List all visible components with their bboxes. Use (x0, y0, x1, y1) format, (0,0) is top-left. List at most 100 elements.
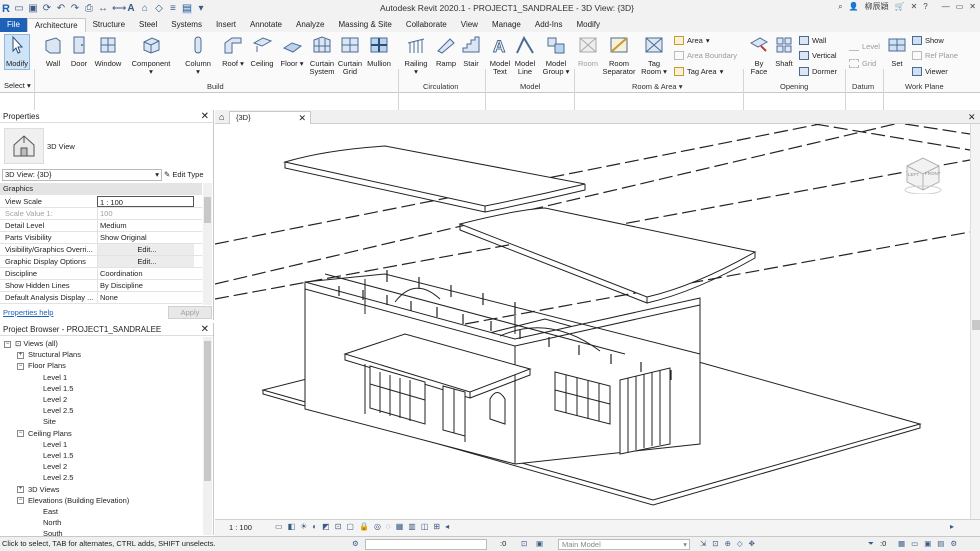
highlight-icon[interactable]: ◫ (421, 522, 429, 531)
tree-item[interactable]: Level 1.5 (43, 384, 73, 394)
door-button[interactable]: Door (67, 35, 91, 68)
show-work-plane-button[interactable]: Show (912, 36, 944, 45)
panel-datum[interactable]: Datum (852, 82, 874, 91)
property-value[interactable]: 1 : 100 (97, 196, 194, 207)
restore-icon[interactable]: ▭ (956, 2, 964, 11)
panel-model[interactable]: Model (520, 82, 540, 91)
edit-type-button[interactable]: ✎ Edit Type (164, 169, 204, 181)
user-name[interactable]: 柳辰穎 (865, 1, 889, 12)
stair-button[interactable]: Stair (459, 35, 483, 68)
expand-icon[interactable]: + (17, 486, 24, 494)
worksets-icon[interactable]: ⚙ (352, 537, 359, 551)
filter-icon[interactable]: ⏷ (868, 537, 874, 551)
tree-item[interactable]: Level 1.5 (43, 451, 73, 461)
tab-insert[interactable]: Insert (209, 18, 243, 32)
curtain-grid-button[interactable]: Curtain Grid (337, 35, 363, 77)
render-icon[interactable]: ◩ (322, 522, 330, 531)
property-value[interactable]: 100 (97, 208, 194, 219)
scroll-thumb[interactable] (204, 197, 211, 223)
model-line-button[interactable]: Model Line (513, 35, 537, 77)
property-row[interactable]: Visibility/Graphics Overri... Edit... (0, 244, 202, 256)
property-value[interactable]: Medium (97, 220, 194, 231)
properties-scrollbar[interactable] (203, 183, 212, 305)
panel-room-area[interactable]: Room & Area ▾ (632, 82, 682, 91)
show-crop-icon[interactable]: ▢ (346, 522, 354, 531)
sun-path-icon[interactable]: ☀ (300, 522, 307, 531)
close-tab-icon[interactable]: ✕ (298, 112, 306, 124)
group-graphics[interactable]: Graphics (0, 183, 202, 195)
property-value[interactable]: Coordination (97, 268, 194, 279)
area-boundary-button[interactable]: Area Boundary (674, 51, 737, 60)
tab-architecture[interactable]: Architecture (26, 18, 86, 32)
tab-file[interactable]: File (0, 18, 27, 32)
display-constraints-icon[interactable]: ⊞ (433, 522, 440, 531)
tab-massing-site[interactable]: Massing & Site (331, 18, 398, 32)
shaft-button[interactable]: Shaft (772, 35, 796, 68)
view-tab-3d[interactable]: {3D} ✕ (229, 111, 311, 124)
property-row[interactable]: Scale Value 1: 100 (0, 208, 202, 220)
edit-button[interactable]: Edit... (97, 256, 194, 267)
close-window-icon[interactable]: ✕ (969, 2, 976, 11)
view-scale[interactable]: 1 : 100 (229, 523, 252, 532)
tab-annotate[interactable]: Annotate (243, 18, 289, 32)
property-row[interactable]: Detail Level Medium (0, 220, 202, 232)
column-button[interactable]: Column ▾ (183, 35, 213, 77)
design-option-dropdown[interactable]: Main Model ▾ (558, 539, 690, 550)
collapse-icon[interactable]: − (17, 430, 24, 438)
property-value[interactable]: By Discipline (97, 280, 194, 291)
tree-item[interactable]: − ⊡ Views (all) (4, 339, 58, 349)
analytical-icon[interactable]: ▥ (408, 522, 416, 531)
visual-style-icon[interactable]: ◧ (288, 522, 296, 531)
section-icon[interactable]: ◇ (154, 3, 164, 14)
viewer-button[interactable]: Viewer (912, 67, 948, 76)
panel-work-plane[interactable]: Work Plane (905, 82, 944, 91)
user-icon[interactable]: 👤 (849, 2, 859, 11)
property-row[interactable]: View Scale 1 : 100 (0, 196, 202, 208)
panel-circulation[interactable]: Circulation (423, 82, 458, 91)
wall-opening-button[interactable]: Wall (799, 36, 826, 45)
roof-button[interactable]: Roof ▾ (220, 35, 246, 68)
tab-view[interactable]: View (454, 18, 485, 32)
revit-logo-icon[interactable]: R (2, 3, 10, 15)
tab-structure[interactable]: Structure (86, 18, 132, 32)
thin-lines-icon[interactable]: ≡ (168, 3, 178, 14)
room-button[interactable]: Room (576, 35, 600, 68)
edit-button[interactable]: Edit... (97, 244, 194, 255)
model-group-button[interactable]: Model Group ▾ (541, 35, 571, 77)
room-separator-button[interactable]: Room Separator (601, 35, 637, 77)
cart-icon[interactable]: 🛒 (895, 2, 905, 11)
text-icon[interactable]: A (126, 3, 136, 14)
select-links-icon[interactable]: ⇲ (700, 537, 706, 551)
print-icon[interactable]: ⎙ (84, 3, 94, 14)
property-row[interactable]: Parts Visibility Show Original (0, 232, 202, 244)
editing-requests-icon[interactable]: ⊡ (521, 537, 527, 551)
save-icon[interactable]: ▣ (28, 3, 38, 14)
home-icon[interactable]: ⌂ (219, 111, 224, 123)
wall-button[interactable]: Wall (40, 35, 66, 68)
expand-icon[interactable]: + (17, 351, 24, 359)
viewcube[interactable]: LEFT FRONT (903, 154, 942, 195)
modify-button[interactable]: Modify (4, 34, 30, 70)
detail-level-icon[interactable]: ▭ (275, 522, 283, 531)
minimize-icon[interactable]: — (942, 2, 950, 11)
tag-area-button[interactable]: Tag Area ▾ (674, 67, 723, 76)
model-text-button[interactable]: A Model Text (488, 35, 512, 77)
property-value[interactable]: Show Original (97, 232, 194, 243)
dormer-button[interactable]: Dormer (799, 67, 837, 76)
panel-build[interactable]: Build (207, 82, 224, 91)
area-button[interactable]: Area ▾ (674, 36, 710, 45)
reveal-hidden-icon[interactable]: ◌ (386, 522, 391, 531)
tree-item[interactable]: + Structural Plans (17, 350, 81, 360)
layout-icon[interactable]: ▤ (937, 537, 944, 551)
ramp-button[interactable]: Ramp (434, 35, 458, 68)
design-options-icon[interactable]: ▣ (536, 537, 543, 551)
close-view-icon[interactable]: ✕ (968, 111, 976, 123)
tree-item[interactable]: − Floor Plans (17, 361, 66, 371)
scroll-thumb[interactable] (972, 320, 980, 330)
sync-icon[interactable]: ⟳ (42, 3, 52, 14)
worksharing-icon[interactable]: ▦ (396, 522, 404, 531)
tree-item[interactable]: Level 2 (43, 462, 67, 472)
scroll-left-icon[interactable]: ◂ (445, 522, 449, 531)
property-row[interactable]: Default Analysis Display ... None (0, 292, 202, 304)
help-icon[interactable]: ? (923, 2, 927, 11)
